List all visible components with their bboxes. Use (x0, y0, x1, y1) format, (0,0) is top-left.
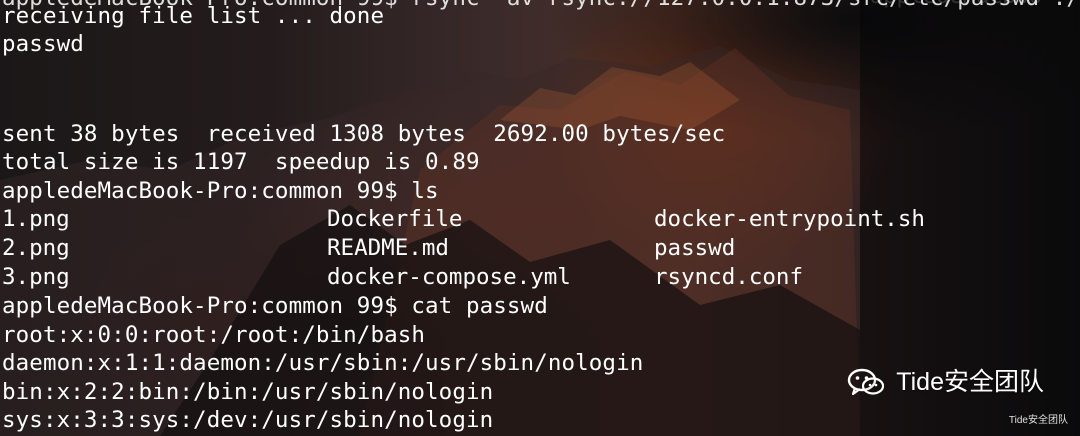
terminal-line: appledeMacBook-Pro:common 99$ ls (2, 178, 439, 204)
terminal-window[interactable]: appledeMacBoo appledeMacBook-Pro:common … (0, 0, 1080, 436)
ls-file-name: rsyncd.conf (654, 264, 804, 290)
wechat-icon (848, 368, 885, 396)
ls-file-name: passwd (654, 235, 736, 261)
terminal-line: appledeMacBook-Pro:common 99$ cat passwd (2, 293, 548, 319)
small-watermark-text: Tide安全团队 (1008, 415, 1068, 426)
terminal-line: sys:x:3:3:sys:/dev:/usr/sbin/nologin (2, 407, 494, 433)
terminal-line: passwd (2, 31, 84, 57)
terminal-line: receiving file list ... done (2, 3, 385, 29)
terminal-line: total size is 1197 speedup is 0.89 (2, 149, 480, 175)
ls-file-name: 2.png (2, 235, 70, 261)
watermark-brand-text: Tide安全团队 (896, 368, 1044, 396)
ls-file-name: docker-compose.yml (327, 264, 571, 290)
watermark-brand: Tide安全团队 (846, 366, 1044, 398)
ls-file-name: docker-entrypoint.sh (654, 206, 925, 232)
ls-file-name: 1.png (2, 206, 70, 232)
ls-file-name: README.md (327, 235, 449, 261)
terminal-line: sent 38 bytes received 1308 bytes 2692.0… (2, 121, 726, 147)
ls-file-name: 3.png (2, 264, 70, 290)
terminal-line: root:x:0:0:root:/root:/bin/bash (2, 322, 426, 348)
terminal-line: daemon:x:1:1:daemon:/usr/sbin:/usr/sbin/… (2, 350, 644, 376)
ls-file-name: Dockerfile (327, 206, 463, 232)
terminal-line: bin:x:2:2:bin:/bin:/usr/sbin/nologin (2, 379, 494, 405)
